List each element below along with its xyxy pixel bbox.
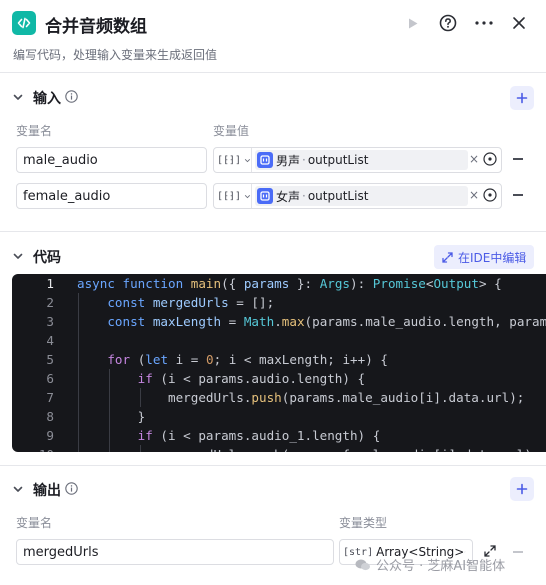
source-node-name: 男声: [276, 153, 301, 168]
input-value-ref[interactable]: [⁅⁆] 女声 · outputList ×: [213, 183, 502, 209]
line-number-gutter: 1 2 3 4 5 6 7 8 9 10: [12, 274, 72, 452]
line-number: 1: [46, 276, 54, 291]
wechat-icon: [355, 559, 370, 570]
code-section-title: 代码: [33, 250, 61, 266]
code-line[interactable]: if (i < params.audio.length) {: [77, 369, 365, 388]
output-col-name-label: 变量名: [16, 516, 53, 530]
code-line[interactable]: for (let i = 0; i < maxLength; i++) {: [77, 350, 388, 369]
code-line[interactable]: mergedUrls.push(params.male_audio[i].dat…: [77, 388, 524, 407]
output-col-type-label: 变量类型: [339, 516, 388, 530]
input-name-field[interactable]: male_audio: [16, 147, 207, 173]
code-node-icon: [12, 11, 36, 35]
remove-input-icon[interactable]: [513, 194, 523, 196]
output-section-title: 输出: [33, 483, 61, 499]
node-type-icon: [257, 188, 273, 204]
source-node-name: 女声: [276, 189, 301, 204]
variable-ref-tag[interactable]: 女声 · outputList: [255, 186, 468, 206]
node-title[interactable]: 合并音频数组: [45, 12, 147, 37]
input-col-name-label: 变量名: [16, 124, 53, 138]
divider: [0, 465, 546, 466]
chevron-down-icon: [244, 194, 251, 198]
code-line[interactable]: const mergedUrls = [];: [77, 293, 274, 312]
edit-in-ide-label: 在IDE中编辑: [458, 250, 527, 265]
info-icon[interactable]: [65, 482, 78, 495]
code-line[interactable]: async function main({ params }: Args): P…: [77, 274, 502, 293]
variable-picker-icon[interactable]: [483, 152, 497, 166]
clear-icon[interactable]: ×: [469, 152, 479, 166]
input-name-field[interactable]: female_audio: [16, 183, 207, 209]
remove-output-icon[interactable]: [513, 551, 523, 553]
add-input-button[interactable]: [510, 86, 534, 110]
clear-icon[interactable]: ×: [469, 188, 479, 202]
code-line[interactable]: if (i < params.audio_1.length) {: [77, 426, 381, 445]
code-line[interactable]: }: [77, 407, 146, 426]
chevron-down-icon: [244, 158, 251, 162]
line-number: 3: [46, 314, 54, 329]
watermark-text: 公众号 · 芝麻AI智能体: [376, 559, 506, 574]
input-section-header: 输入: [0, 84, 546, 112]
plus-icon: [516, 483, 528, 495]
output-name-field[interactable]: mergedUrls: [16, 539, 334, 565]
line-number: 10: [12, 445, 54, 452]
node-description: 编写代码，处理输入变量来生成返回值: [13, 48, 218, 62]
divider: [0, 231, 546, 232]
input-value-ref[interactable]: [⁅⁆] 男声 · outputList ×: [213, 147, 502, 173]
plus-icon: [516, 92, 528, 104]
variable-ref-tag[interactable]: 男声 · outputList: [255, 150, 468, 170]
node-type-icon: [257, 152, 273, 168]
expand-icon: [442, 251, 453, 263]
input-section-title: 输入: [33, 91, 61, 107]
array-type-badge: [⁅⁆]: [217, 190, 242, 202]
close-icon[interactable]: [508, 12, 530, 34]
edit-in-ide-button[interactable]: 在IDE中编辑: [434, 245, 534, 269]
code-line[interactable]: const maxLength = Math.max(params.male_a…: [77, 312, 546, 331]
line-number: 6: [46, 371, 54, 386]
chevron-down-icon[interactable]: [12, 91, 24, 103]
line-number: 5: [46, 352, 54, 367]
run-icon[interactable]: [402, 12, 424, 34]
array-type-badge: [⁅⁆]: [217, 154, 242, 166]
line-number: 7: [46, 390, 54, 405]
info-icon[interactable]: [65, 90, 78, 103]
chevron-down-icon[interactable]: [12, 483, 24, 495]
watermark: 公众号 · 芝麻AI智能体: [355, 555, 505, 574]
ref-separator: ·: [302, 153, 306, 167]
ref-separator: ·: [302, 189, 306, 203]
input-col-value-label: 变量值: [213, 124, 250, 138]
line-number: 9: [46, 428, 54, 443]
source-variable-name: outputList: [307, 153, 369, 167]
line-number: 4: [46, 333, 54, 348]
variable-picker-icon[interactable]: [483, 188, 497, 202]
node-header: 合并音频数组 编写代码，处理输入变量来生成返回值: [0, 0, 546, 72]
code-line[interactable]: mergedUrls.push(params.female_audio[i].d…: [77, 445, 540, 452]
output-section-header: 输出: [0, 476, 546, 504]
add-output-button[interactable]: [510, 477, 534, 501]
type-selector[interactable]: [⁅⁆]: [214, 184, 252, 208]
more-icon[interactable]: [473, 12, 495, 34]
remove-input-icon[interactable]: [513, 158, 523, 160]
line-number: 2: [46, 295, 54, 310]
divider: [0, 72, 546, 73]
line-number: 8: [46, 409, 54, 424]
help-icon[interactable]: [437, 12, 459, 34]
chevron-down-icon[interactable]: [12, 250, 24, 262]
source-variable-name: outputList: [307, 189, 369, 203]
type-selector[interactable]: [⁅⁆]: [214, 148, 252, 172]
code-editor[interactable]: 1 2 3 4 5 6 7 8 9 10 async function main…: [12, 274, 546, 452]
